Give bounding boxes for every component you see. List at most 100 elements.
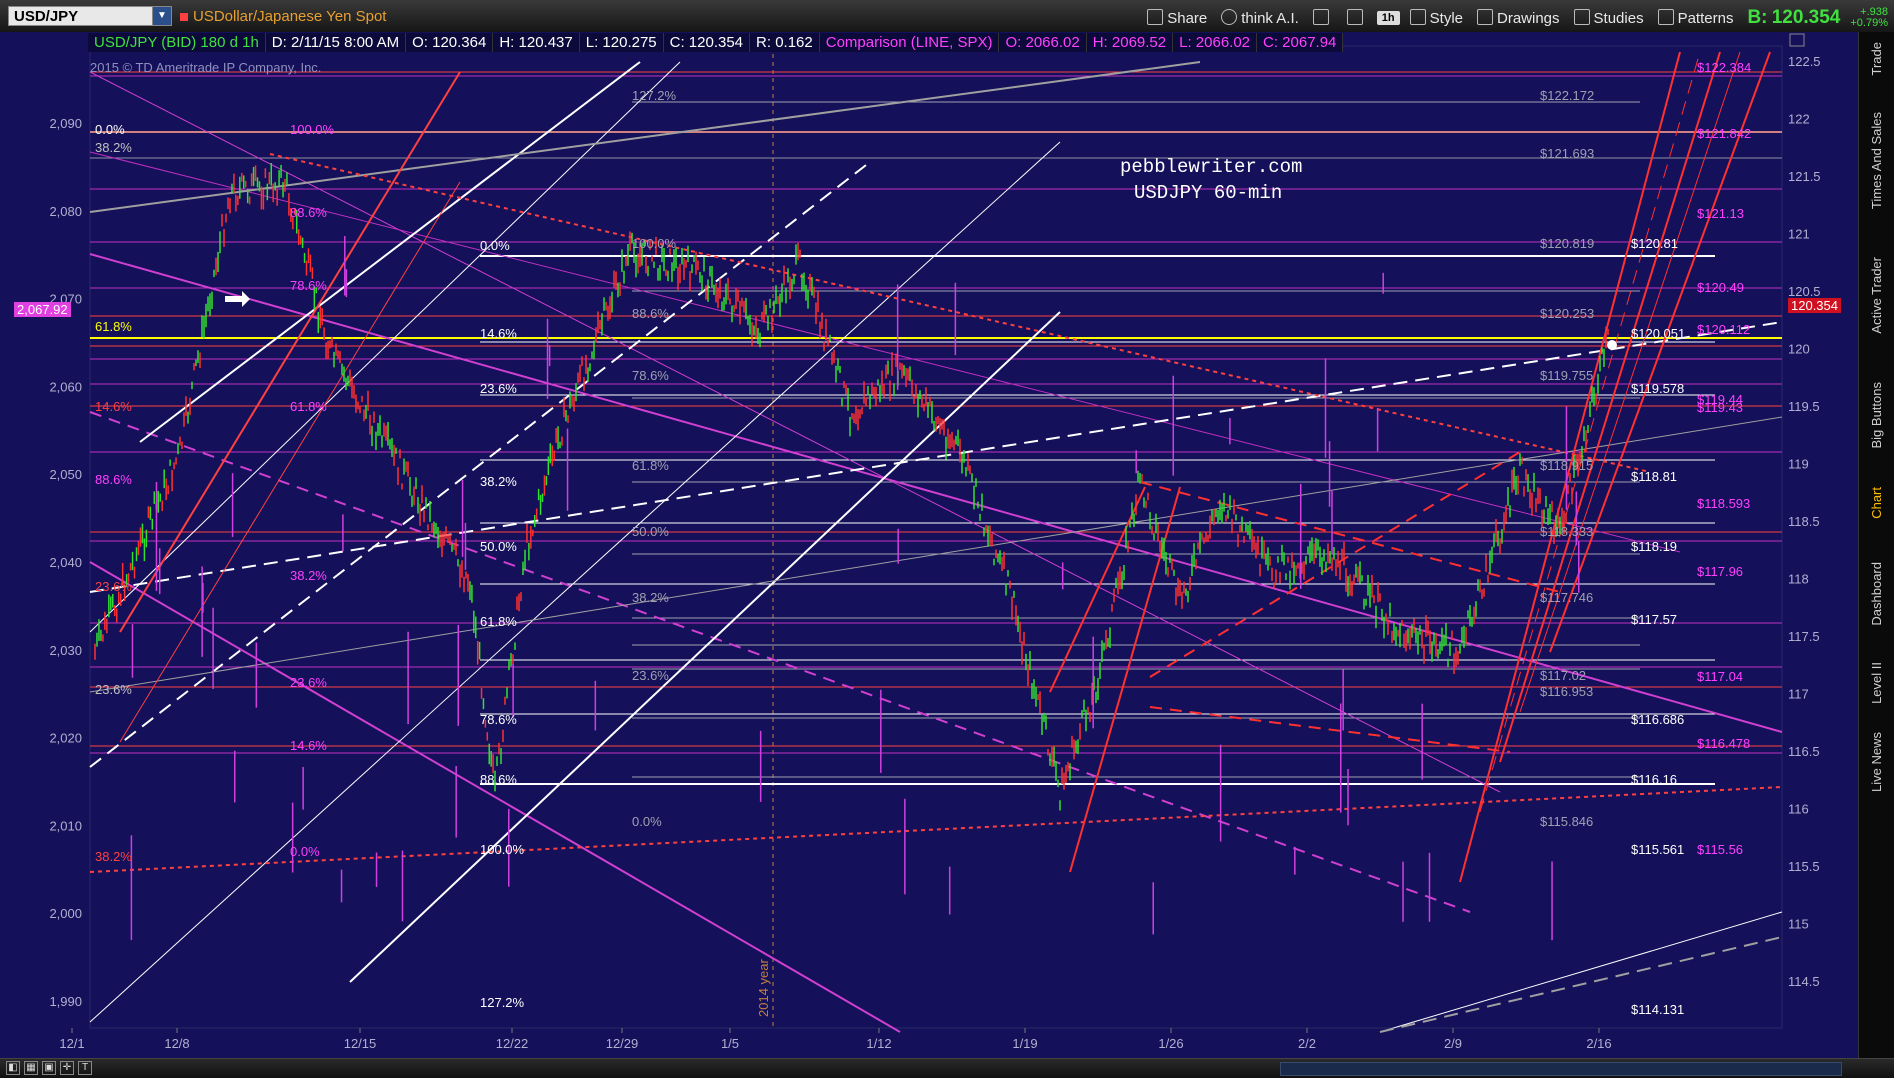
symbol-input[interactable]: USD/JPY — [8, 6, 158, 26]
price-chart[interactable]: 122.5 122 121.5 121 120.5 120 119.5 119 118.5 118… — [0, 32, 1858, 1058]
wrench-button[interactable] — [1343, 7, 1371, 29]
share-button[interactable]: Share — [1143, 7, 1211, 29]
fib-label-magenta: 0.0% — [290, 844, 320, 859]
sidenav-trade[interactable]: Trade — [1869, 42, 1884, 75]
drawing-tools-icon[interactable]: ◧ — [6, 1061, 20, 1075]
fib-label-magenta: 14.6% — [290, 738, 327, 753]
fib-label-left: 23.6% — [95, 682, 132, 697]
trendline-red-dotted — [269, 153, 1651, 473]
current-price-dot — [1607, 340, 1617, 350]
sidenav-live-news[interactable]: Live News — [1869, 732, 1884, 792]
patterns-button[interactable]: Patterns — [1654, 7, 1738, 29]
right-axis-tick: 119.5 — [1788, 399, 1820, 414]
studies-icon — [1573, 9, 1590, 25]
fib-label-magenta: 78.6% — [290, 278, 327, 293]
chart-toolbar: USD/JPY ▼ USDollar/Japanese Yen Spot Sha… — [0, 0, 1894, 33]
studies-button[interactable]: Studies — [1570, 7, 1648, 29]
change-display: +.938 +0.79% — [1850, 7, 1888, 29]
studies-label: Studies — [1593, 10, 1644, 27]
fib-label-white: 38.2% — [480, 474, 517, 489]
fib-label-left: 0.0% — [95, 122, 125, 137]
fib-label-white: 100.0% — [480, 842, 525, 857]
x-axis-tick: 1/5 — [721, 1036, 739, 1051]
price-label-magenta: $120.112 — [1697, 322, 1751, 337]
fib-label-white: 88.6% — [480, 772, 517, 787]
price-label-gray: $120.819 — [1540, 236, 1595, 251]
cursor-icon[interactable]: ✛ — [60, 1061, 74, 1075]
fib-label-magenta: 38.2% — [290, 568, 327, 583]
right-axis-tick: 115.5 — [1788, 859, 1820, 874]
text-tool-icon[interactable]: T — [78, 1061, 92, 1075]
price-label-gray: $122.172 — [1540, 88, 1595, 103]
bid-display: B: 120.354 — [1743, 5, 1844, 31]
sidenav-chart[interactable]: Chart — [1869, 487, 1884, 519]
pencil-icon — [1477, 9, 1493, 25]
chart-settings-button[interactable] — [1309, 7, 1337, 29]
sidenav-big-buttons[interactable]: Big Buttons — [1869, 382, 1884, 449]
symbol-dropdown-button[interactable]: ▼ — [152, 6, 172, 26]
price-label-magenta: $115.56 — [1697, 842, 1744, 857]
fib-label-left: 14.6% — [95, 399, 132, 414]
price-label-white: $118.19 — [1631, 539, 1678, 554]
left-axis-tick: 2,020 — [49, 731, 82, 746]
x-axis-tick: 12/8 — [164, 1036, 189, 1051]
chart-bottom-bar: ◧ ▦ ▣ ✛ T — [0, 1058, 1894, 1078]
left-axis-tick: 2,030 — [49, 643, 82, 658]
year-marker-label: 2014 year — [756, 959, 771, 1017]
chart-scrollbar[interactable] — [1280, 1062, 1842, 1076]
price-label-magenta: $118.593 — [1697, 496, 1751, 511]
fib-label-gray: 38.2% — [632, 590, 669, 605]
toolbar-right: Share think A.I. 1h Style Drawings Studi… — [1143, 5, 1888, 31]
fit-icon[interactable]: ▣ — [42, 1061, 56, 1075]
x-axis-tick: 1/26 — [1158, 1036, 1183, 1051]
x-axis-tick: 1/12 — [866, 1036, 891, 1051]
trendline-red-1 — [119, 71, 461, 633]
sidenav-dashboard[interactable]: Dashboard — [1869, 562, 1884, 626]
x-axis-tick: 12/22 — [496, 1036, 529, 1051]
sidenav-level-ii[interactable]: Level II — [1869, 662, 1884, 704]
watermark-title: USDJPY 60-min — [1134, 182, 1283, 204]
think-ai-button[interactable]: think A.I. — [1217, 7, 1303, 29]
drawings-button[interactable]: Drawings — [1473, 7, 1564, 29]
price-label-magenta: $119.43 — [1697, 400, 1744, 415]
style-label: Style — [1429, 10, 1463, 27]
fib-label-gray: 0.0% — [632, 814, 662, 829]
fib-label-white: 14.6% — [480, 326, 517, 341]
right-axis-tick: 119 — [1788, 457, 1809, 472]
price-label-white: $118.81 — [1631, 469, 1678, 484]
x-axis-tick: 1/19 — [1012, 1036, 1037, 1051]
left-axis-tick: 2,040 — [49, 555, 82, 570]
price-label-magenta: $117.04 — [1697, 669, 1744, 684]
chart-canvas[interactable]: 122.5 122 121.5 121 120.5 120 119.5 119 118.5 118… — [0, 32, 1858, 1058]
right-axis-tick: 120.5 — [1788, 284, 1821, 299]
x-axis-tick: 2/2 — [1298, 1036, 1316, 1051]
trendline-white-2 — [89, 61, 681, 633]
fib-label-gray: 61.8% — [632, 458, 669, 473]
fib-label-gray: 78.6% — [632, 368, 669, 383]
current-spx-tag: 2,067.92 — [14, 302, 71, 317]
trendline-white-dashed — [89, 321, 1783, 593]
fib-label-magenta: 88.6% — [290, 205, 327, 220]
grid-icon[interactable]: ▦ — [24, 1061, 38, 1075]
price-label-gray: $117.02 — [1540, 668, 1587, 683]
x-axis-tick: 12/15 — [344, 1036, 377, 1051]
style-icon — [1409, 9, 1426, 25]
sidenav-times-and-sales[interactable]: Times And Sales — [1869, 112, 1884, 209]
price-label-gray: $118.915 — [1540, 458, 1594, 473]
fib-label-gray: 23.6% — [632, 668, 669, 683]
current-price-tag: 120.354 — [1788, 298, 1841, 313]
trendline-white-5 — [1379, 911, 1783, 1033]
price-label-white: $119.578 — [1631, 381, 1685, 396]
chart-expand-icon — [1789, 33, 1805, 47]
sidenav-active-trader[interactable]: Active Trader — [1869, 257, 1884, 334]
symbol-description: USDollar/Japanese Yen Spot — [180, 8, 386, 25]
price-label-white: $120.81 — [1631, 236, 1678, 251]
right-axis-tick: 122.5 — [1788, 54, 1821, 69]
right-axis-tick: 117.5 — [1788, 629, 1820, 644]
info-comparison: Comparison (LINE, SPX) — [819, 33, 1000, 52]
symbol-description-text: USDollar/Japanese Yen Spot — [193, 8, 387, 25]
timeframe-button[interactable]: 1h — [1376, 11, 1400, 25]
x-axis-tick: 2/16 — [1586, 1036, 1611, 1051]
price-label-gray: $117.746 — [1540, 590, 1594, 605]
style-button[interactable]: Style — [1406, 7, 1467, 29]
